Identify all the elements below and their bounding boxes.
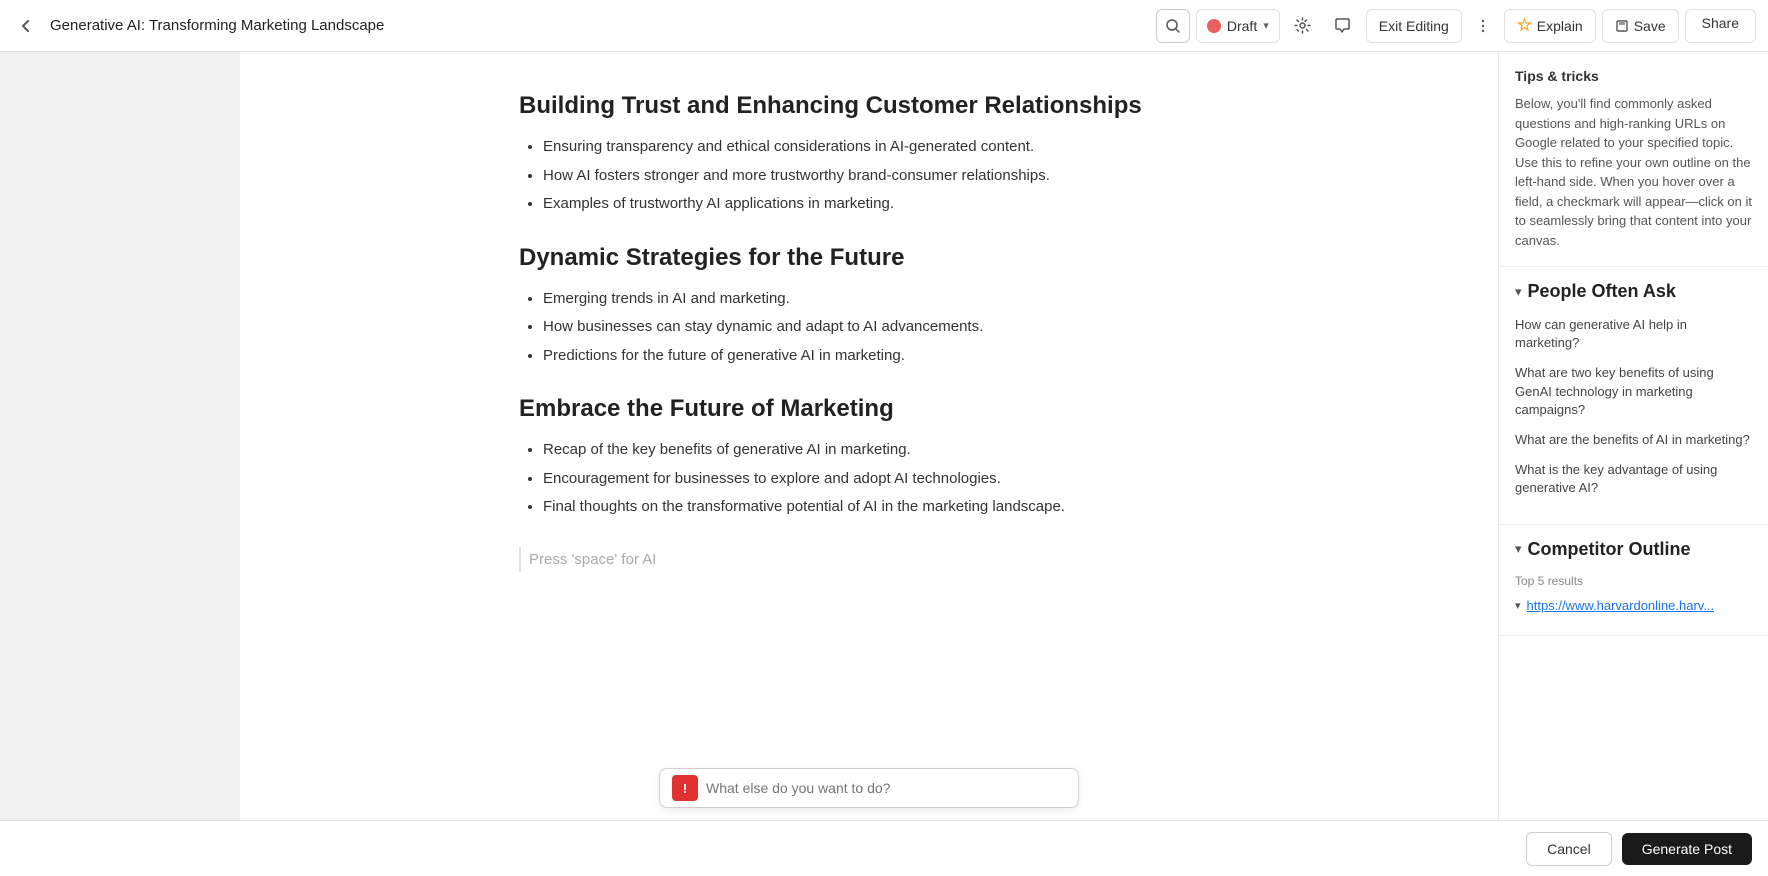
exit-editing-label: Exit Editing [1379, 18, 1449, 34]
ai-icon-label: ! [683, 781, 687, 796]
people-often-ask-section: ▾ People Often Ask How can generative AI… [1499, 267, 1768, 525]
explain-label: Explain [1537, 18, 1583, 34]
section2-heading: Dynamic Strategies for the Future [519, 244, 1219, 272]
list-item: How businesses can stay dynamic and adap… [543, 316, 1219, 339]
comment-button[interactable] [1326, 9, 1360, 43]
section2-list: Emerging trends in AI and marketing. How… [519, 288, 1219, 368]
list-item: Encouragement for businesses to explore … [543, 468, 1219, 491]
status-chevron-icon: ▾ [1263, 19, 1269, 32]
poa-section-header[interactable]: ▾ People Often Ask [1515, 281, 1752, 302]
list-item: Recap of the key benefits of generative … [543, 439, 1219, 462]
action-bar: Cancel Generate Post [0, 820, 1768, 876]
competitor-link-chevron-icon: ▾ [1515, 599, 1521, 612]
tips-text: Below, you'll find commonly asked questi… [1515, 94, 1752, 250]
list-item: Ensuring transparency and ethical consid… [543, 136, 1219, 159]
press-space-hint[interactable]: Press 'space' for AI [519, 547, 1219, 572]
main-layout: Building Trust and Enhancing Customer Re… [0, 52, 1768, 820]
competitor-outline-section: ▾ Competitor Outline Top 5 results ▾ htt… [1499, 525, 1768, 636]
list-item: Final thoughts on the transformative pot… [543, 496, 1219, 519]
section3-heading: Embrace the Future of Marketing [519, 395, 1219, 423]
save-label: Save [1634, 18, 1666, 34]
document-title: Generative AI: Transforming Marketing La… [50, 17, 384, 34]
generate-post-button[interactable]: Generate Post [1622, 833, 1752, 865]
section1-heading: Building Trust and Enhancing Customer Re… [519, 92, 1219, 120]
status-dropdown[interactable]: Draft ▾ [1196, 9, 1280, 43]
poa-item[interactable]: What are the benefits of AI in marketing… [1515, 431, 1752, 449]
search-button[interactable] [1156, 9, 1190, 43]
topbar-left: Generative AI: Transforming Marketing La… [12, 12, 1148, 40]
explain-button[interactable]: Explain [1504, 9, 1596, 43]
ai-icon: ! [672, 775, 698, 801]
competitor-link-text[interactable]: https://www.harvardonline.harv... [1527, 598, 1715, 613]
poa-section-title: People Often Ask [1528, 281, 1676, 302]
ai-input-bar: ! [240, 756, 1498, 820]
save-button[interactable]: Save [1602, 9, 1679, 43]
topbar: Generative AI: Transforming Marketing La… [0, 0, 1768, 52]
poa-item[interactable]: How can generative AI help in marketing? [1515, 316, 1752, 352]
status-label: Draft [1227, 18, 1257, 34]
ai-input-field[interactable] [706, 780, 1066, 796]
ai-input-container: ! [659, 768, 1079, 808]
list-item: How AI fosters stronger and more trustwo… [543, 165, 1219, 188]
competitor-chevron-icon: ▾ [1515, 541, 1522, 557]
exit-editing-button[interactable]: Exit Editing [1366, 9, 1462, 43]
settings-button[interactable] [1286, 9, 1320, 43]
share-label: Share [1702, 15, 1739, 31]
section3-list: Recap of the key benefits of generative … [519, 439, 1219, 519]
left-sidebar [0, 52, 240, 820]
section1-list: Ensuring transparency and ethical consid… [519, 136, 1219, 216]
list-item: Predictions for the future of generative… [543, 345, 1219, 368]
competitor-link-item[interactable]: ▾ https://www.harvardonline.harv... [1515, 598, 1752, 613]
poa-chevron-icon: ▾ [1515, 284, 1522, 300]
competitor-section-header[interactable]: ▾ Competitor Outline [1515, 539, 1752, 560]
cancel-button[interactable]: Cancel [1526, 832, 1612, 866]
editor-content: Building Trust and Enhancing Customer Re… [519, 92, 1219, 572]
editor-area[interactable]: Building Trust and Enhancing Customer Re… [240, 52, 1498, 820]
tips-title: Tips & tricks [1515, 68, 1752, 84]
right-panel: Tips & tricks Below, you'll find commonl… [1498, 52, 1768, 820]
back-button[interactable] [12, 12, 40, 40]
list-item: Emerging trends in AI and marketing. [543, 288, 1219, 311]
more-options-button[interactable] [1468, 11, 1498, 41]
topbar-right: Draft ▾ Exit Editing [1156, 9, 1756, 43]
share-button[interactable]: Share [1685, 9, 1756, 43]
poa-item[interactable]: What is the key advantage of using gener… [1515, 461, 1752, 497]
poa-item[interactable]: What are two key benefits of using GenAI… [1515, 364, 1752, 419]
tips-section: Tips & tricks Below, you'll find commonl… [1499, 52, 1768, 267]
status-dot [1207, 19, 1221, 33]
list-item: Examples of trustworthy AI applications … [543, 193, 1219, 216]
competitor-section-title: Competitor Outline [1528, 539, 1691, 560]
top-results-label: Top 5 results [1515, 574, 1752, 588]
